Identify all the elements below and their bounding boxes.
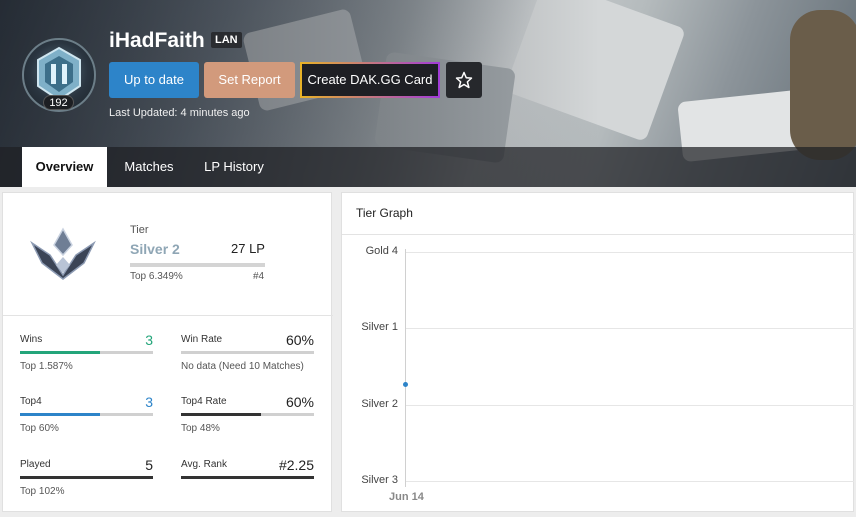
tier-rank: #4 — [253, 271, 265, 282]
stat-bar-fill — [181, 476, 314, 479]
region-badge: LAN — [211, 32, 242, 48]
level-badge: 192 — [43, 95, 74, 110]
stat-bar-fill — [20, 476, 153, 479]
gridline — [406, 481, 854, 482]
tier-label: Tier — [130, 224, 149, 236]
stat-label: Top4 Rate — [181, 396, 227, 407]
stat-bar — [20, 476, 153, 479]
stat-bar-fill — [20, 413, 100, 416]
stat-value: 3 — [145, 394, 153, 410]
stat-label: Played — [20, 459, 51, 470]
stat-wins: Wins 3 Top 1.587% — [20, 332, 153, 384]
gridline — [406, 328, 854, 329]
stat-sub: Top 60% — [20, 423, 59, 434]
stat-bar — [20, 351, 153, 354]
stat-value: 5 — [145, 457, 153, 473]
graph-y-axis — [405, 249, 406, 487]
gridline — [406, 405, 854, 406]
stat-top4: Top4 3 Top 60% — [20, 394, 153, 446]
stat-label: Avg. Rank — [181, 459, 227, 470]
x-tick-label: Jun 14 — [389, 491, 424, 503]
stat-value: 60% — [285, 394, 314, 410]
stat-bar — [181, 476, 314, 479]
create-card-button[interactable]: Create DAK.GG Card — [300, 62, 440, 98]
set-report-button[interactable]: Set Report — [204, 62, 295, 98]
y-tick-label: Silver 2 — [361, 398, 398, 410]
tier-progress-bar — [130, 263, 265, 267]
stat-label: Win Rate — [181, 334, 223, 345]
tab-overview[interactable]: Overview — [22, 147, 107, 187]
stat-avg-rank: Avg. Rank #2.25 — [181, 457, 314, 509]
tab-matches[interactable]: Matches — [112, 147, 186, 187]
tier-name: Silver 2 — [130, 241, 180, 257]
y-tick-label: Silver 1 — [361, 321, 398, 333]
username: iHadFaith — [109, 29, 205, 52]
favorite-button[interactable] — [446, 62, 482, 98]
tier-lp: 27 LP — [231, 241, 265, 256]
last-updated: Last Updated: 4 minutes ago — [109, 107, 250, 119]
stat-bar-fill — [20, 351, 100, 354]
tier-graph-card: Tier Graph Gold 4 Silver 1 Silver 2 Silver … — [341, 192, 855, 512]
stat-value: 60% — [285, 332, 314, 348]
silver-tier-icon — [30, 227, 96, 280]
graph-title: Tier Graph — [356, 206, 413, 220]
stat-label: Top4 — [20, 396, 42, 407]
stat-played: Played 5 Top 102% — [20, 457, 153, 509]
stat-top4-rate: Top4 Rate 60% Top 48% — [181, 394, 314, 446]
stat-sub: No data (Need 10 Matches) — [181, 361, 304, 372]
profile-banner: 192 iHadFaith LAN Up to date Set Report … — [0, 0, 856, 187]
profile-tabs: Overview Matches LP History — [0, 147, 856, 187]
stat-value: #2.25 — [278, 457, 314, 473]
graph-divider — [342, 234, 855, 235]
stat-sub: Top 1.587% — [20, 361, 73, 372]
stat-bar — [181, 351, 314, 354]
stat-bar-fill — [181, 413, 261, 416]
y-tick-label: Silver 3 — [361, 474, 398, 486]
y-tick-label: Gold 4 — [365, 245, 398, 257]
star-icon — [455, 71, 473, 89]
stat-bar — [20, 413, 153, 416]
tier-stats-card: Tier Silver 2 27 LP Top 6.349% #4 Wins 3… — [2, 192, 333, 512]
update-button[interactable]: Up to date — [109, 62, 199, 98]
tier-top-percent: Top 6.349% — [130, 271, 183, 282]
stat-label: Wins — [20, 334, 43, 345]
stat-sub: Top 102% — [20, 486, 65, 497]
card-divider — [3, 315, 333, 316]
stat-sub: Top 48% — [181, 423, 220, 434]
tab-lp-history[interactable]: LP History — [194, 147, 274, 187]
stat-value: 3 — [145, 332, 153, 348]
stat-bar — [181, 413, 314, 416]
stat-win-rate: Win Rate 60% No data (Need 10 Matches) — [181, 332, 314, 384]
data-point[interactable] — [403, 382, 408, 388]
gridline — [406, 252, 854, 253]
